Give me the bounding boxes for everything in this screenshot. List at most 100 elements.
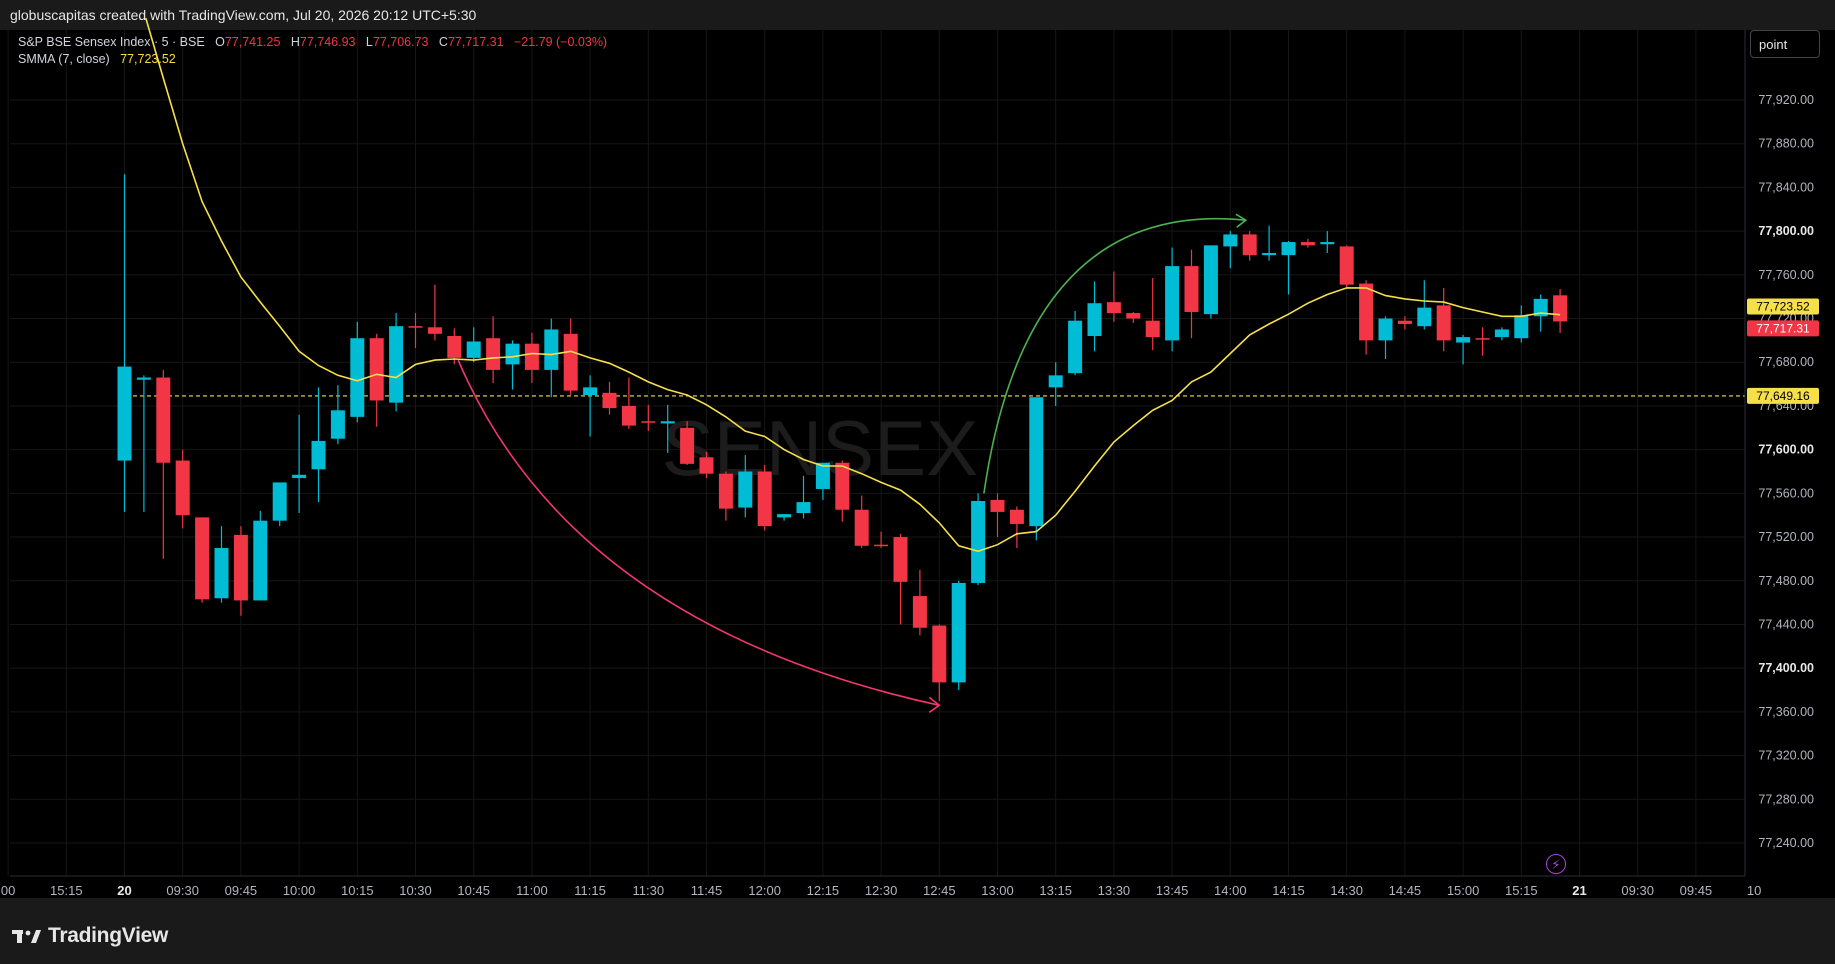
candle-body — [854, 509, 869, 546]
y-tick-label: 77,800.00 — [1758, 224, 1814, 238]
candle-body — [757, 471, 772, 527]
x-tick-label: 09:30 — [166, 883, 199, 898]
x-tick-label: 10:30 — [399, 883, 432, 898]
candle-body — [641, 421, 656, 423]
candle-body — [136, 377, 151, 380]
x-tick-label: 10:15 — [341, 883, 374, 898]
candle-body — [602, 392, 617, 409]
candle-body — [1126, 313, 1141, 319]
candle-body — [1262, 252, 1277, 256]
candle-body — [1184, 266, 1199, 312]
candle-body — [1436, 305, 1451, 341]
candle-body — [1494, 329, 1509, 338]
footer-bar — [0, 898, 1835, 964]
candle — [1203, 245, 1218, 319]
y-tick-label: 77,480.00 — [1758, 574, 1814, 588]
candle-body — [486, 338, 501, 370]
x-tick-label: 10 — [1747, 883, 1761, 898]
y-tick-label: 77,440.00 — [1758, 617, 1814, 631]
candle-body — [1553, 295, 1568, 322]
candle-body — [544, 329, 559, 370]
legend-high-value: 77,746.93 — [299, 35, 356, 49]
candle-body — [1242, 234, 1257, 256]
candle-body — [1048, 375, 1063, 388]
candle-body — [272, 482, 287, 521]
x-tick-label: 10:00 — [283, 883, 316, 898]
candle-body — [699, 457, 714, 474]
candle-body — [932, 625, 947, 683]
candle-body — [660, 421, 675, 424]
candle-body — [1281, 242, 1296, 256]
legend-high-label: H — [290, 35, 300, 49]
y-tick-label: 77,280.00 — [1758, 792, 1814, 806]
candle-body — [253, 520, 268, 601]
candle — [971, 493, 986, 586]
x-tick-label: 09:45 — [225, 883, 258, 898]
y-tick-label: 77,520.00 — [1758, 530, 1814, 544]
candle-body — [835, 462, 850, 510]
legend-change: −21.79 (−0.03%) — [513, 35, 608, 49]
x-tick-label: 13:00 — [981, 883, 1014, 898]
candle-body — [408, 326, 423, 328]
candle-body — [195, 517, 210, 600]
x-tick-label: 11:15 — [574, 883, 606, 898]
candle — [1029, 397, 1044, 541]
candle-body — [621, 405, 636, 426]
tradingview-logo-text: TradingView — [48, 924, 169, 947]
legend-symbol[interactable]: S&P BSE Sensex Index · 5 · BSE — [18, 35, 205, 49]
candle-body — [447, 336, 462, 358]
y-tick-label: 77,320.00 — [1758, 749, 1814, 763]
candle-body — [1165, 266, 1180, 341]
candle-body — [1378, 318, 1393, 341]
candle-body — [1203, 245, 1218, 315]
candle — [253, 510, 268, 601]
candle-body — [1339, 246, 1354, 285]
x-tick-label: 00 — [1, 883, 15, 898]
price-chart[interactable]: SENSEX 77,240.0077,280.0077,320.0077,360… — [0, 0, 1835, 898]
candle-body — [718, 473, 733, 509]
legend-open-label: O — [215, 35, 225, 49]
x-tick-label: 09:30 — [1621, 883, 1654, 898]
flash-icon[interactable]: ⚡ — [1546, 854, 1566, 874]
candle-body — [389, 326, 404, 403]
candle-body — [893, 537, 908, 582]
candle-body — [1029, 397, 1044, 527]
y-tick-label: 77,560.00 — [1758, 486, 1814, 500]
y-tick-label: 77,920.00 — [1758, 93, 1814, 107]
candle-body — [563, 333, 578, 391]
candle-body — [1009, 509, 1024, 524]
candle-body — [1087, 303, 1102, 337]
candle-body — [1397, 320, 1412, 324]
candle-body — [214, 547, 229, 599]
legend-low-label: L — [365, 35, 373, 49]
indicator-value: 77,723.52 — [120, 52, 176, 66]
candle-body — [1068, 320, 1083, 374]
candle-body — [350, 338, 365, 417]
tradingview-logo[interactable]: TradingView — [12, 924, 168, 948]
x-tick-label: 14:15 — [1272, 883, 1305, 898]
x-tick-label: 13:15 — [1039, 883, 1072, 898]
candle-body — [117, 366, 132, 461]
legend-low-value: 77,706.73 — [372, 35, 429, 49]
x-tick-label: 12:15 — [807, 883, 840, 898]
x-tick-label: 13:30 — [1098, 883, 1131, 898]
candle — [1339, 245, 1354, 288]
candle — [272, 482, 287, 527]
candle-body — [1456, 337, 1471, 343]
candle-body — [1475, 338, 1490, 340]
price-tags: 77,723.52 77,717.31 77,649.16 — [1747, 298, 1819, 404]
y-tick-label: 77,680.00 — [1758, 355, 1814, 369]
time-axis[interactable]: 00 15:15 20 09:30 09:45 10:00 10:15 10:30 10:45 1… — [1, 875, 1761, 898]
legend-indicator[interactable]: SMMA (7, close) 77,723.52 — [18, 52, 176, 66]
candle-body — [912, 596, 927, 628]
candle-body — [796, 502, 811, 514]
candle-body — [738, 471, 753, 508]
price-axis[interactable]: 77,240.00 77,280.00 77,320.00 77,360.00 77,4… — [1744, 30, 1814, 876]
candle-body — [524, 343, 539, 370]
x-tick-label: 14:00 — [1214, 883, 1247, 898]
point-button[interactable]: point — [1750, 30, 1820, 58]
x-tick-label: 09:45 — [1680, 883, 1713, 898]
candle — [951, 580, 966, 691]
y-tick-label: 77,840.00 — [1758, 180, 1814, 194]
x-tick-label: 10:45 — [457, 883, 490, 898]
